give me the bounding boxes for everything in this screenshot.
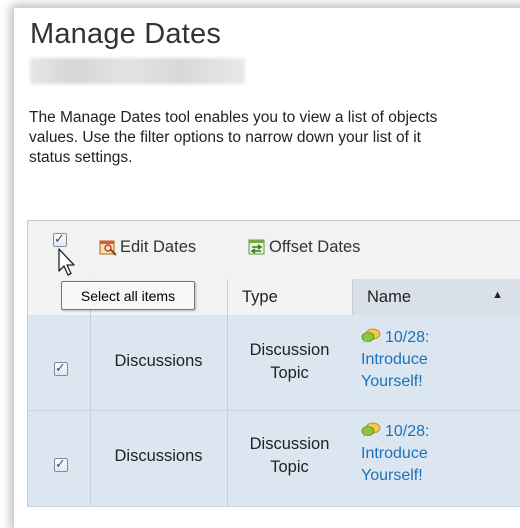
tool-name: Discussions xyxy=(114,447,203,465)
item-name-link[interactable]: 10/28: Introduce Yourself! xyxy=(361,327,429,393)
column-header-type-label: Type xyxy=(242,287,278,306)
row-checkbox[interactable]: ✓ xyxy=(54,456,68,472)
row-select-cell: ✓ xyxy=(28,315,91,410)
column-header-name[interactable]: Name ▲ xyxy=(352,279,520,315)
redacted-subtitle xyxy=(30,58,245,84)
row-checkbox[interactable]: ✓ xyxy=(54,360,68,376)
edit-dates-label: Edit Dates xyxy=(120,237,197,256)
row-name-cell: 10/28: Introduce Yourself! xyxy=(352,411,520,506)
item-name-date: 10/28: xyxy=(385,423,430,440)
row-tool-cell: Discussions xyxy=(90,411,228,506)
check-mark-icon: ✓ xyxy=(55,456,66,471)
row-name-cell: 10/28: Introduce Yourself! xyxy=(352,315,520,410)
page-description: The Manage Dates tool enables you to vie… xyxy=(29,108,520,168)
row-select-cell: ✓ xyxy=(28,411,91,506)
check-mark-icon: ✓ xyxy=(55,360,66,375)
description-line: The Manage Dates tool enables you to vie… xyxy=(29,109,438,126)
select-all-checkbox[interactable]: ✓ xyxy=(53,231,67,247)
sort-ascending-icon: ▲ xyxy=(492,289,503,301)
dates-grid: ✓ Edit Dates Offset Dates Type Name ▲ ✓ … xyxy=(27,220,520,507)
edit-dates-button[interactable]: Edit Dates xyxy=(99,235,196,259)
select-all-tooltip: Select all items xyxy=(61,281,195,310)
offset-dates-label: Offset Dates xyxy=(269,237,361,256)
item-type-line: Topic xyxy=(270,364,309,382)
offset-dates-button[interactable]: Offset Dates xyxy=(248,235,360,259)
item-name-link[interactable]: 10/28: Introduce Yourself! xyxy=(361,421,429,487)
item-type-line: Discussion xyxy=(249,341,330,359)
grid-toolbar: ✓ Edit Dates Offset Dates xyxy=(28,221,520,280)
page-title: Manage Dates xyxy=(30,18,222,50)
row-type-cell: Discussion Topic xyxy=(227,315,353,410)
description-line: status settings. xyxy=(29,149,133,166)
tool-name: Discussions xyxy=(114,352,203,370)
item-type-line: Topic xyxy=(270,458,309,476)
item-name-line: Introduce xyxy=(361,351,428,368)
row-tool-cell: Discussions xyxy=(90,315,228,410)
check-mark-icon: ✓ xyxy=(54,231,65,246)
item-name-line: Introduce xyxy=(361,445,428,462)
item-name-line: Yourself! xyxy=(361,373,423,390)
offset-dates-icon xyxy=(248,239,265,255)
description-line: values. Use the filter options to narrow… xyxy=(29,129,421,146)
table-row[interactable]: ✓ Discussions Discussion Topic 10/28: In… xyxy=(28,315,520,411)
item-name-line: Yourself! xyxy=(361,467,423,484)
row-type-cell: Discussion Topic xyxy=(227,411,353,506)
item-type: Discussion Topic xyxy=(227,339,352,385)
item-name-date: 10/28: xyxy=(385,329,430,346)
column-header-name-label: Name xyxy=(367,287,412,306)
table-row[interactable]: ✓ Discussions Discussion Topic 10/28: In… xyxy=(28,411,520,507)
edit-dates-icon xyxy=(99,240,117,256)
discussion-bubbles-icon xyxy=(361,422,381,437)
column-header-type[interactable]: Type xyxy=(227,279,351,315)
discussion-bubbles-icon xyxy=(361,328,381,343)
item-type-line: Discussion xyxy=(249,435,330,453)
item-type: Discussion Topic xyxy=(227,433,352,479)
mouse-pointer-icon xyxy=(58,248,75,276)
